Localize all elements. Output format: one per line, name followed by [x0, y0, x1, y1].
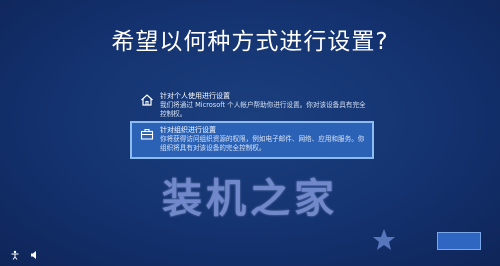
page-title: 希望以何种方式进行设置? [111, 29, 389, 55]
option-personal-description: 我们将通过 Microsoft 个人帐户帮助你进行设置。你对该设备具有完全控制权… [160, 101, 366, 118]
option-personal-title: 针对个人使用进行设置 [160, 92, 230, 100]
option-personal-use[interactable]: 针对个人使用进行设置 我们将通过 Microsoft 个人帐户帮助你进行设置。你… [132, 89, 372, 123]
watermark-text: 装机之家 [162, 176, 338, 222]
next-button[interactable] [437, 232, 481, 250]
oobe-setup-screen: 希望以何种方式进行设置? 针对个人使用进行设置 我们将通过 Microsoft … [0, 0, 500, 266]
accessibility-icon[interactable] [10, 250, 20, 260]
volume-icon[interactable] [30, 250, 40, 260]
option-organization[interactable]: 针对组织进行设置 你将获得访问组织资源的权限，例如电子邮件、网络、应用和服务。你… [130, 121, 374, 159]
site-logo-icon [373, 229, 395, 250]
option-organization-description: 你将获得访问组织资源的权限，例如电子邮件、网络、应用和服务。你组织将具有对该设备… [160, 135, 365, 152]
home-icon [141, 94, 153, 106]
option-organization-title: 针对组织进行设置 [160, 126, 216, 134]
briefcase-icon [140, 128, 154, 140]
